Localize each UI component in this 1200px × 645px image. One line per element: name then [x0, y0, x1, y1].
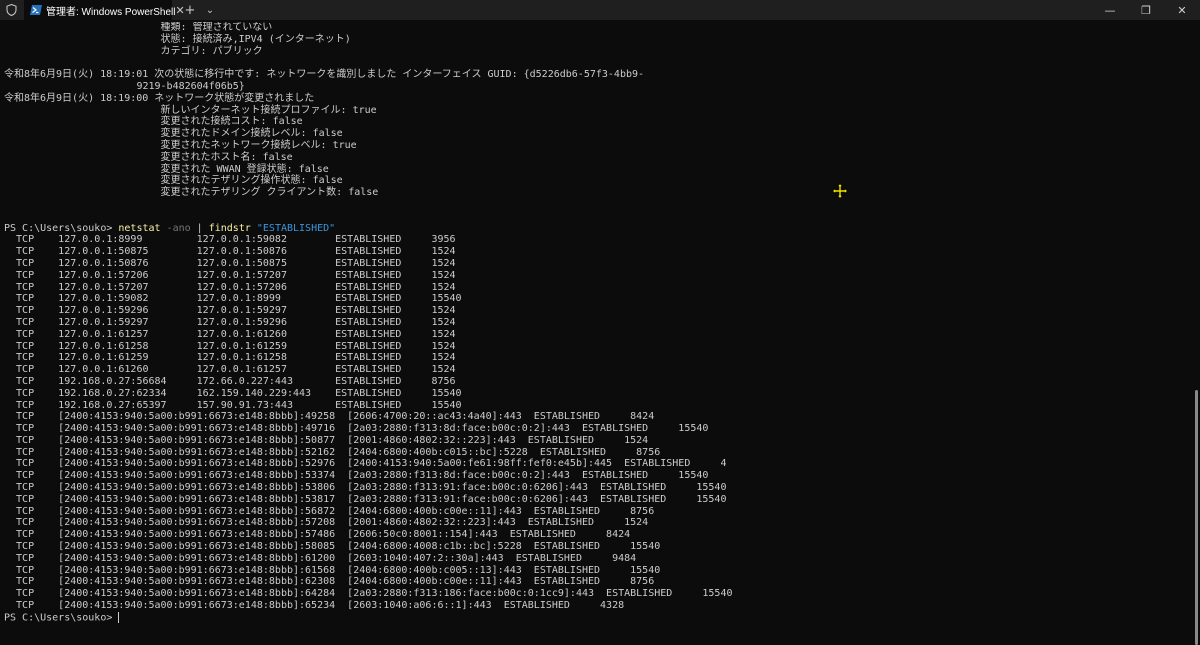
text-cursor [118, 611, 120, 623]
command-name: netstat [118, 222, 161, 234]
netstat-row: TCP [2400:4153:940:5a00:b991:6673:e148:8… [4, 552, 637, 564]
netstat-row: TCP [2400:4153:940:5a00:b991:6673:e148:8… [4, 470, 709, 482]
log-line: 種類: 管理されていない [4, 22, 273, 33]
netstat-row: TCP [2400:4153:940:5a00:b991:6673:e148:8… [4, 505, 655, 517]
command-flag: -ano [160, 222, 191, 234]
log-line: 令和8年6月9日(火) 18:19:00 ネットワーク状態が変更されました [4, 92, 315, 104]
title-bar: 管理者: Windows PowerShell ✕ + ⌄ — ❐ ✕ [0, 0, 1200, 20]
minimize-button[interactable]: — [1092, 0, 1128, 20]
log-line: 新しいインターネット接続プロファイル: true [4, 104, 377, 116]
netstat-row: TCP [2400:4153:940:5a00:b991:6673:e148:8… [4, 493, 727, 505]
netstat-row: TCP 127.0.0.1:59296 127.0.0.1:59297 ESTA… [4, 305, 456, 317]
maximize-button[interactable]: ❐ [1128, 0, 1164, 20]
netstat-row: TCP 127.0.0.1:50876 127.0.0.1:50875 ESTA… [4, 257, 456, 269]
netstat-row: TCP [2400:4153:940:5a00:b991:6673:e148:8… [4, 517, 649, 529]
netstat-row: TCP [2400:4153:940:5a00:b991:6673:e148:8… [4, 411, 655, 423]
netstat-row: TCP [2400:4153:940:5a00:b991:6673:e148:8… [4, 588, 733, 600]
netstat-row: TCP 127.0.0.1:57207 127.0.0.1:57206 ESTA… [4, 281, 456, 293]
log-line: 変更されたネットワーク接続レベル: true [4, 139, 357, 151]
netstat-row: TCP 127.0.0.1:61260 127.0.0.1:61257 ESTA… [4, 364, 456, 376]
final-prompt: PS C:\Users\souko> [4, 612, 119, 624]
powershell-icon [30, 5, 42, 15]
netstat-row: TCP 192.168.0.27:62334 162.159.140.229:4… [4, 387, 462, 399]
log-line: 変更された WWAN 登録状態: false [4, 163, 329, 175]
netstat-row: TCP [2400:4153:940:5a00:b991:6673:e148:8… [4, 529, 631, 541]
log-line: 令和8年6月9日(火) 18:19:01 次の状態に移行中です: ネットワークを… [4, 69, 645, 81]
netstat-row: TCP [2400:4153:940:5a00:b991:6673:e148:8… [4, 576, 655, 588]
log-line: 変更されたテザリング操作状態: false [4, 175, 343, 187]
log-line: カテゴリ: パブリック [4, 45, 263, 57]
command-argument: "ESTABLISHED" [250, 222, 336, 234]
tab-dropdown-icon[interactable]: ⌄ [200, 0, 220, 20]
shield-icon [2, 0, 20, 20]
log-line: 変更された接続コスト: false [4, 116, 303, 128]
tab-powershell[interactable]: 管理者: Windows PowerShell ✕ [24, 0, 185, 20]
log-line: 変更されたテザリング クライアント数: false [4, 187, 379, 199]
move-cursor-icon [832, 183, 848, 199]
netstat-output: TCP 127.0.0.1:8999 127.0.0.1:59082 ESTAB… [4, 234, 1190, 612]
netstat-row: TCP 127.0.0.1:59297 127.0.0.1:59296 ESTA… [4, 316, 456, 328]
final-prompt-line[interactable]: PS C:\Users\souko> [4, 611, 1190, 624]
netstat-row: TCP 127.0.0.1:8999 127.0.0.1:59082 ESTAB… [4, 234, 456, 246]
prompt: PS C:\Users\souko> [4, 222, 119, 234]
netstat-row: TCP 192.168.0.27:65397 157.90.91.73:443 … [4, 399, 462, 411]
window-controls: — ❐ ✕ [1092, 0, 1200, 20]
close-button[interactable]: ✕ [1164, 0, 1200, 20]
netstat-row: TCP [2400:4153:940:5a00:b991:6673:e148:8… [4, 458, 727, 470]
netstat-row: TCP [2400:4153:940:5a00:b991:6673:e148:8… [4, 446, 661, 458]
tab-close-icon[interactable]: ✕ [175, 4, 184, 17]
scrollbar[interactable] [1195, 390, 1198, 645]
netstat-row: TCP [2400:4153:940:5a00:b991:6673:e148:8… [4, 423, 709, 435]
log-line: 変更されたホスト名: false [4, 151, 293, 163]
event-log: 種類: 管理されていない 状態: 接続済み,IPV4 (インターネット) カテゴ… [4, 22, 1190, 223]
netstat-row: TCP [2400:4153:940:5a00:b991:6673:e148:8… [4, 482, 727, 494]
netstat-row: TCP [2400:4153:940:5a00:b991:6673:e148:8… [4, 541, 661, 553]
command-name-2: findstr [208, 222, 251, 234]
log-line: 9219-b482604f06b5} [4, 80, 245, 92]
netstat-row: TCP [2400:4153:940:5a00:b991:6673:e148:8… [4, 434, 649, 446]
netstat-row: TCP 127.0.0.1:59082 127.0.0.1:8999 ESTAB… [4, 293, 462, 305]
netstat-row: TCP [2400:4153:940:5a00:b991:6673:e148:8… [4, 600, 625, 612]
netstat-row: TCP 127.0.0.1:57206 127.0.0.1:57207 ESTA… [4, 269, 456, 281]
terminal-output[interactable]: 種類: 管理されていない 状態: 接続済み,IPV4 (インターネット) カテゴ… [4, 22, 1190, 642]
netstat-row: TCP 192.168.0.27:56684 172.66.0.227:443 … [4, 375, 456, 387]
command-pipe: | [190, 222, 209, 234]
log-line: 変更されたドメイン接続レベル: false [4, 128, 343, 140]
netstat-row: TCP 127.0.0.1:61258 127.0.0.1:61259 ESTA… [4, 340, 456, 352]
netstat-row: TCP 127.0.0.1:61257 127.0.0.1:61260 ESTA… [4, 328, 456, 340]
netstat-row: TCP 127.0.0.1:61259 127.0.0.1:61258 ESTA… [4, 352, 456, 364]
netstat-row: TCP [2400:4153:940:5a00:b991:6673:e148:8… [4, 564, 661, 576]
tab-title: 管理者: Windows PowerShell [46, 6, 176, 18]
command-line: PS C:\Users\souko> netstat -ano | findst… [4, 223, 1190, 235]
log-line: 状態: 接続済み,IPV4 (インターネット) [4, 33, 351, 45]
netstat-row: TCP 127.0.0.1:50875 127.0.0.1:50876 ESTA… [4, 246, 456, 258]
